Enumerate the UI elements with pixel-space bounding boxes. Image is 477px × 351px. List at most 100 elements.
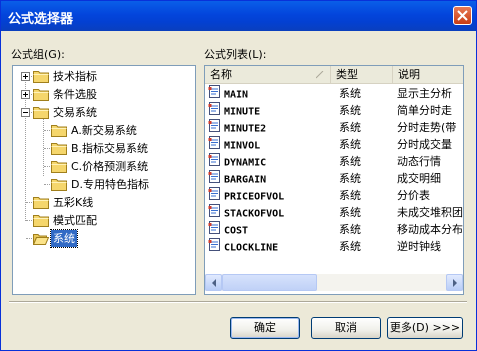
formula-description: 动态行情 — [397, 155, 441, 168]
formula-name: MAIN — [224, 89, 249, 101]
list-item[interactable]: BARGAIN 系统 成交明细 — [205, 170, 463, 187]
dialog-title: 公式选择器 — [8, 12, 74, 27]
sort-grip-icon — [316, 71, 324, 79]
tree-item-label: 交易系统 — [53, 106, 97, 119]
tree-item-label: C.价格预测系统 — [71, 160, 149, 173]
tree-item-label: 系统 — [50, 229, 78, 248]
separator — [9, 301, 467, 303]
tree-item-label: 条件选股 — [53, 88, 97, 101]
tree-item-label: 模式匹配 — [53, 214, 97, 227]
tree-expand-toggle[interactable] — [21, 90, 30, 99]
arrow-right-icon — [453, 279, 457, 287]
formula-name: CLOCKLINE — [224, 242, 279, 254]
folder-icon — [33, 88, 49, 101]
formula-type: 系统 — [339, 104, 361, 117]
folder-icon — [33, 214, 49, 227]
list-item[interactable]: MINUTE 系统 简单分时走 — [205, 102, 463, 119]
column-header-type-label: 类型 — [336, 68, 358, 81]
folder-icon — [33, 106, 49, 119]
formula-type: 系统 — [339, 87, 361, 100]
formula-name: BARGAIN — [224, 174, 267, 186]
tree-item-label: B.指标交易系统 — [71, 142, 149, 155]
formula-type: 系统 — [339, 223, 361, 236]
formula-icon — [208, 238, 221, 257]
formula-description: 显示主分析 — [397, 87, 452, 100]
formula-description: 分价表 — [397, 189, 430, 202]
formula-name: PRICEOFVOL — [224, 191, 285, 203]
horizontal-scrollbar[interactable] — [205, 274, 463, 291]
folder-icon — [51, 142, 67, 155]
folder-icon — [33, 196, 49, 209]
list-item[interactable]: STACKOFVOL 系统 未成交堆积团 — [205, 204, 463, 221]
folder-open-icon — [32, 232, 50, 245]
formula-group-tree[interactable]: 技术指标条件选股交易系统 A.新交易系统 B.指标交易系统 C.价格预测系统 D.专用特… — [12, 65, 196, 295]
list-item[interactable]: MINUTE2 系统 分时走势(带 — [205, 119, 463, 136]
tree-item[interactable]: D.专用特色指标 — [13, 176, 195, 193]
tree-collapse-toggle[interactable] — [21, 108, 30, 117]
formula-name: MINUTE2 — [224, 123, 267, 135]
formula-description: 分时成交量 — [397, 138, 452, 151]
more-button[interactable]: 更多(D) >>> — [387, 317, 463, 339]
formula-type: 系统 — [339, 172, 361, 185]
tree-item-label: 技术指标 — [53, 70, 97, 83]
tree-item[interactable]: C.价格预测系统 — [13, 158, 195, 175]
tree-item-label: D.专用特色指标 — [71, 178, 149, 191]
formula-name: COST — [224, 225, 249, 237]
column-header-type[interactable]: 类型 — [331, 66, 393, 83]
formula-type: 系统 — [339, 189, 361, 202]
formula-name: STACKOFVOL — [224, 208, 285, 220]
column-header-name-label: 名称 — [210, 68, 232, 81]
tree-item[interactable]: B.指标交易系统 — [13, 140, 195, 157]
scroll-left-button[interactable] — [205, 274, 222, 291]
formula-selector-dialog: 公式选择器 公式组(G): 公式列表(L): 技术指标条件选股交易系统 A.新交易… — [0, 0, 477, 351]
formula-name: DYNAMIC — [224, 157, 267, 169]
formula-description: 成交明细 — [397, 172, 441, 185]
formula-type: 系统 — [339, 240, 361, 253]
column-header-desc-label: 说明 — [398, 68, 420, 81]
close-button[interactable] — [453, 6, 472, 25]
formula-list-label: 公式列表(L): — [204, 48, 267, 61]
column-header-name[interactable]: 名称 — [205, 66, 331, 83]
tree-item[interactable]: 五彩K线 — [13, 194, 195, 211]
list-item[interactable]: PRICEOFVOL 系统 分价表 — [205, 187, 463, 204]
tree-item[interactable]: 技术指标 — [13, 68, 195, 85]
list-item[interactable]: DYNAMIC 系统 动态行情 — [205, 153, 463, 170]
formula-description: 移动成本分布 — [397, 223, 463, 236]
tree-item[interactable]: A.新交易系统 — [13, 122, 195, 139]
tree-item[interactable]: 交易系统 — [13, 104, 195, 121]
tree-item-label: A.新交易系统 — [71, 124, 137, 137]
scroll-thumb[interactable] — [222, 274, 317, 291]
list-item[interactable]: MAIN 系统 显示主分析 — [205, 85, 463, 102]
list-header: 名称 类型 说明 — [205, 66, 463, 84]
column-header-desc[interactable]: 说明 — [393, 66, 463, 83]
formula-name: MINUTE — [224, 106, 261, 118]
formula-description: 未成交堆积团 — [397, 206, 463, 219]
folder-icon — [51, 178, 67, 191]
tree-item-label: 五彩K线 — [53, 196, 94, 209]
title-bar[interactable]: 公式选择器 — [1, 1, 476, 31]
list-item[interactable]: MINVOL 系统 分时成交量 — [205, 136, 463, 153]
formula-description: 逆时钟线 — [397, 240, 441, 253]
formula-group-label: 公式组(G): — [11, 48, 65, 61]
formula-type: 系统 — [339, 206, 361, 219]
scroll-right-button[interactable] — [446, 274, 463, 291]
close-icon — [457, 10, 468, 21]
formula-name: MINVOL — [224, 140, 261, 152]
formula-list[interactable]: 名称 类型 说明 MAIN 系统 显示主分析 MINUTE 系统 简单分时走 MINUTE2… — [204, 65, 464, 295]
ok-button[interactable]: 确定 — [230, 317, 300, 339]
tree-item[interactable]: 条件选股 — [13, 86, 195, 103]
tree-item[interactable]: 系统 — [13, 229, 195, 248]
list-item[interactable]: CLOCKLINE 系统 逆时钟线 — [205, 238, 463, 255]
formula-description: 简单分时走 — [397, 104, 452, 117]
arrow-left-icon — [212, 279, 216, 287]
cancel-button[interactable]: 取消 — [311, 317, 381, 339]
list-item[interactable]: COST 系统 移动成本分布 — [205, 221, 463, 238]
tree-item[interactable]: 模式匹配 — [13, 212, 195, 229]
folder-icon — [51, 124, 67, 137]
formula-description: 分时走势(带 — [397, 121, 457, 134]
tree-expand-toggle[interactable] — [21, 72, 30, 81]
formula-type: 系统 — [339, 155, 361, 168]
folder-icon — [51, 160, 67, 173]
formula-type: 系统 — [339, 121, 361, 134]
formula-name-cell: CLOCKLINE — [208, 238, 326, 257]
